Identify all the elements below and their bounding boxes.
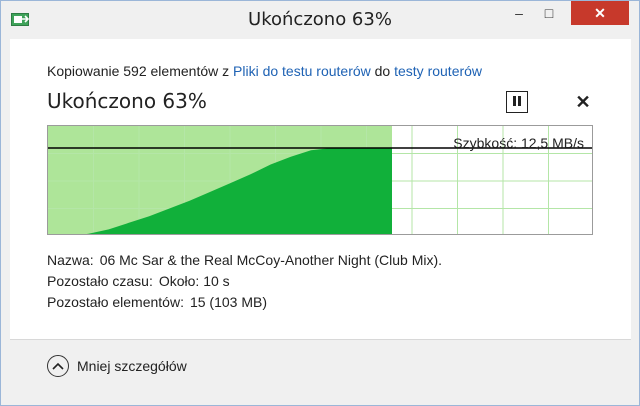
speed-label: Szybkość: 12,5 MB/s <box>453 135 584 151</box>
copy-description: Kopiowanie 592 elementów z Pliki do test… <box>47 63 482 79</box>
dialog-footer: Mniej szczegółów <box>10 339 631 397</box>
close-icon: ✕ <box>575 91 591 112</box>
maximize-button[interactable]: □ <box>536 1 562 25</box>
name-value: 06 Mc Sar & the Real McCoy-Another Night… <box>99 252 443 268</box>
close-button[interactable]: ✕ <box>571 1 629 25</box>
chevron-up-icon <box>47 355 69 377</box>
progress-headline: Ukończono 63% <box>47 89 207 113</box>
less-details-label: Mniej szczegółów <box>77 358 187 374</box>
speed-chart: Szybkość: 12,5 MB/s <box>47 125 593 235</box>
details-panel: Nazwa: 06 Mc Sar & the Real McCoy-Another… <box>47 250 448 313</box>
time-row: Pozostało czasu: Około: 10 s <box>47 271 448 292</box>
title-bar: Ukończono 63% – □ ✕ <box>1 1 639 39</box>
minimize-button[interactable]: – <box>506 1 532 25</box>
less-details-button[interactable]: Mniej szczegółów <box>47 355 187 377</box>
name-label: Nazwa: <box>47 252 94 268</box>
copy-middle: do <box>370 63 395 79</box>
dialog-content: Kopiowanie 592 elementów z Pliki do test… <box>10 39 631 339</box>
items-label: Pozostało elementów: <box>47 294 184 310</box>
time-value: Około: 10 s <box>158 273 230 289</box>
items-row: Pozostało elementów: 15 (103 MB) <box>47 292 448 313</box>
destination-folder-link[interactable]: testy routerów <box>394 63 482 79</box>
source-folder-link[interactable]: Pliki do testu routerów <box>233 63 371 79</box>
pause-button[interactable] <box>506 91 528 113</box>
items-value: 15 (103 MB) <box>189 294 268 310</box>
copy-dialog: Ukończono 63% – □ ✕ Kopiowanie 592 eleme… <box>0 0 640 406</box>
copy-prefix: Kopiowanie 592 elementów z <box>47 63 234 79</box>
name-row: Nazwa: 06 Mc Sar & the Real McCoy-Another… <box>47 250 448 271</box>
cancel-button[interactable]: ✕ <box>572 91 594 113</box>
time-label: Pozostało czasu: <box>47 273 153 289</box>
pause-icon <box>512 95 522 110</box>
